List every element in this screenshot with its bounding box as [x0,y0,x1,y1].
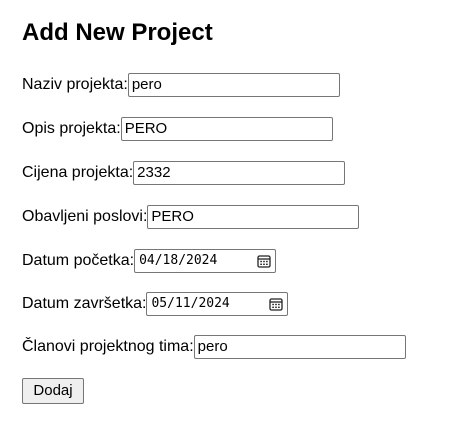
end-date-label: Datum završetka: [22,295,147,312]
start-date-label: Datum početka: [22,252,135,269]
end-date-value: 05/11/2024 [151,296,230,311]
end-date-row: Datum završetka: 05/11/2024 [22,291,289,317]
team-members-label: Članovi projektnog tima: [22,338,194,355]
project-price-input[interactable]: 2332 [133,161,346,185]
completed-work-label: Obavljeni poslovi: [22,208,148,225]
project-description-row: Opis projekta: PERO [22,116,333,142]
project-name-label: Naziv projekta: [22,76,128,93]
project-price-label: Cijena projekta: [22,164,134,181]
calendar-icon[interactable] [269,297,284,311]
team-members-input[interactable]: pero [193,335,406,359]
project-name-input[interactable]: pero [127,73,340,97]
project-description-label: Opis projekta: [22,120,121,137]
end-date-input[interactable]: 05/11/2024 [146,292,289,316]
completed-work-row: Obavljeni poslovi: PERO [22,204,360,230]
start-date-input[interactable]: 04/18/2024 [134,249,277,273]
add-button[interactable]: Dodaj [22,378,84,404]
start-date-value: 04/18/2024 [139,253,218,268]
completed-work-input[interactable]: PERO [147,205,360,229]
page-title: Add New Project [22,19,213,46]
project-name-row: Naziv projekta: pero [22,72,340,98]
calendar-icon[interactable] [257,254,271,268]
page: Add New Project Naziv projekta: pero Opi… [22,0,453,440]
project-price-row: Cijena projekta: 2332 [22,160,346,186]
project-description-input[interactable]: PERO [120,117,333,141]
team-members-row: Članovi projektnog tima: pero [22,334,406,360]
start-date-row: Datum početka: 04/18/2024 [22,248,277,274]
